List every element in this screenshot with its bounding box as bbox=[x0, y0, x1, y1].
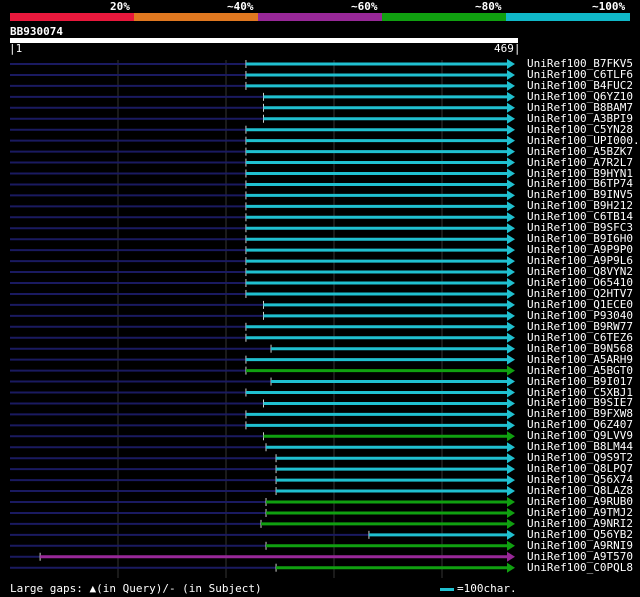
hit-arrow bbox=[507, 256, 515, 267]
hit-label[interactable]: UniRef100_A5ARH9 bbox=[527, 354, 633, 365]
hit-arrow bbox=[507, 442, 515, 453]
hit-label[interactable]: UniRef100_A5BZK7 bbox=[527, 146, 633, 157]
hit-arrow bbox=[507, 321, 515, 332]
hit-arrow bbox=[507, 168, 515, 179]
hit-arrow bbox=[507, 420, 515, 431]
hit-arrow bbox=[507, 540, 515, 551]
hit-label[interactable]: UniRef100_UPI000... bbox=[527, 135, 640, 146]
hit-arrow bbox=[507, 497, 515, 507]
hit-arrow bbox=[507, 409, 515, 420]
hit-arrow bbox=[507, 157, 515, 168]
hit-arrow bbox=[507, 332, 515, 343]
hit-arrow bbox=[507, 267, 515, 278]
hit-arrow bbox=[507, 551, 515, 562]
hit-arrow bbox=[507, 146, 515, 157]
hit-label[interactable]: UniRef100_B9I017 bbox=[527, 376, 633, 387]
hit-arrow bbox=[507, 310, 515, 321]
hit-arrow bbox=[507, 135, 515, 146]
hit-arrow bbox=[507, 354, 515, 365]
hit-arrow bbox=[507, 80, 515, 91]
scale-text: =100char. bbox=[457, 582, 517, 595]
scale-legend: =100char. bbox=[440, 583, 517, 595]
hit-arrow bbox=[507, 398, 515, 409]
hit-arrow bbox=[507, 486, 515, 497]
hit-arrow bbox=[507, 69, 515, 80]
hit-arrow bbox=[507, 365, 515, 376]
hit-label[interactable]: UniRef100_A5BGT0 bbox=[527, 365, 633, 376]
hit-arrow bbox=[507, 201, 515, 212]
hit-arrow bbox=[507, 518, 515, 529]
hit-arrow bbox=[507, 223, 515, 234]
hit-label[interactable]: UniRef100_A7R2L7 bbox=[527, 157, 633, 168]
hit-arrow bbox=[507, 299, 515, 310]
hit-arrow bbox=[507, 124, 515, 135]
hit-arrow bbox=[507, 431, 515, 442]
hit-arrow bbox=[507, 507, 515, 518]
scale-swatch bbox=[440, 587, 454, 591]
hit-arrow bbox=[507, 453, 515, 464]
hit-arrow bbox=[507, 288, 515, 299]
hit-arrow bbox=[507, 562, 515, 573]
hit-arrow bbox=[507, 245, 515, 256]
hit-arrow bbox=[507, 475, 515, 486]
hit-arrow bbox=[507, 113, 515, 124]
hit-arrow bbox=[507, 343, 515, 354]
hit-arrow bbox=[507, 464, 515, 475]
hit-arrow bbox=[507, 376, 515, 387]
hit-arrow bbox=[507, 102, 515, 113]
hit-arrow bbox=[507, 190, 515, 201]
hit-arrow bbox=[507, 91, 515, 102]
hit-arrow bbox=[507, 278, 515, 288]
hit-arrow bbox=[507, 387, 515, 398]
hit-label[interactable]: UniRef100_C0PQL8 bbox=[527, 562, 633, 573]
hit-arrow bbox=[507, 234, 515, 245]
hit-arrow bbox=[507, 179, 515, 190]
hit-arrow bbox=[507, 59, 515, 69]
gap-legend: Large gaps: ▲(in Query)/- (in Subject) bbox=[10, 582, 262, 595]
hit-arrow bbox=[507, 529, 515, 540]
hit-arrow bbox=[507, 212, 515, 223]
